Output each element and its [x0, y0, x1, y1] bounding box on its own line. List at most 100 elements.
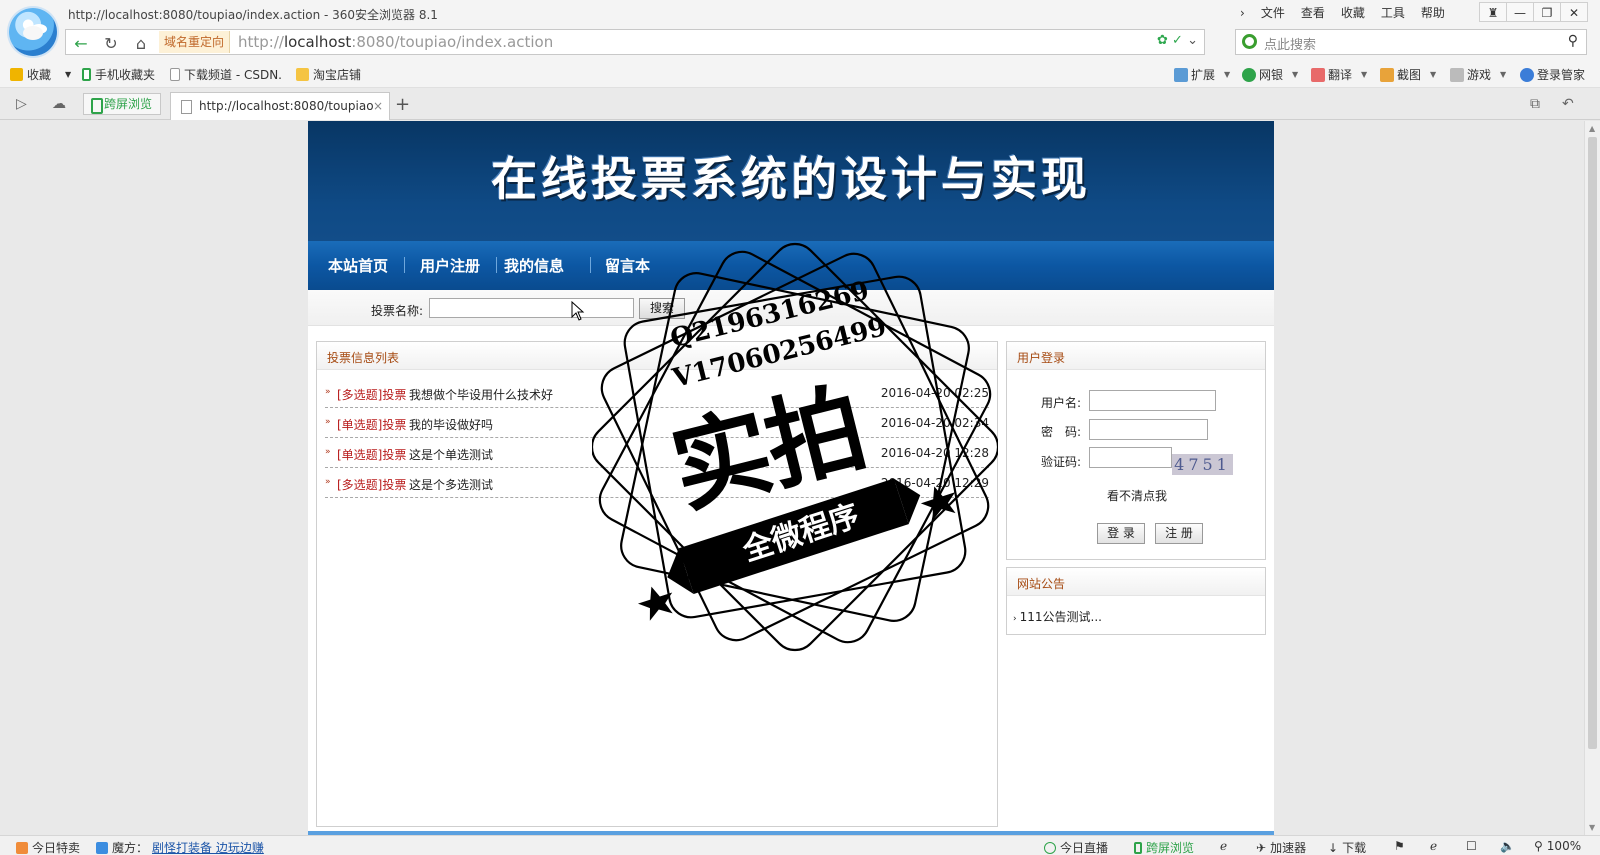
url-text[interactable]: http://localhost:8080/toupiao/index.acti…: [238, 32, 553, 52]
vote-type[interactable]: [单选题]投票: [337, 446, 406, 463]
vote-name[interactable]: 这是个单选测试: [409, 446, 493, 463]
phone-icon: [82, 68, 91, 81]
vote-search-button[interactable]: 搜索: [639, 298, 685, 319]
status-daily-deals[interactable]: 今日特卖: [16, 839, 80, 855]
captcha-input[interactable]: [1089, 447, 1172, 468]
ext-screenshot[interactable]: 截图 ▼: [1380, 66, 1436, 83]
back-icon[interactable]: ←: [70, 34, 92, 54]
status-accelerator[interactable]: ✈ 加速器: [1256, 839, 1306, 855]
list-item[interactable]: » [多选题]投票 这是个多选测试 2016-04-20 12:29: [325, 468, 989, 498]
notice-title: 网站公告: [1017, 577, 1066, 591]
nav-home[interactable]: 本站首页: [328, 255, 388, 276]
status-mofang[interactable]: 魔方： 剧怪打装备 边玩边赚: [96, 839, 264, 855]
register-button[interactable]: 注 册: [1155, 523, 1203, 544]
username-label: 用户名:: [1041, 396, 1082, 410]
refresh-icon[interactable]: ↻: [100, 34, 122, 54]
status-ie-icon[interactable]: ℯ: [1220, 839, 1227, 853]
bullet-icon: »: [325, 387, 331, 397]
undo-close-icon[interactable]: ↶: [1562, 96, 1574, 112]
captcha-refresh-link[interactable]: 看不清点我: [1107, 487, 1167, 504]
page-scrollbar[interactable]: ▲ ▼: [1584, 121, 1600, 835]
ext-translate[interactable]: 翻译 ▼: [1311, 66, 1367, 83]
list-item[interactable]: » [单选题]投票 这是个单选测试 2016-04-20 12:28: [325, 438, 989, 468]
status-sound-icon[interactable]: 🔈: [1500, 839, 1515, 853]
password-label: 密 码:: [1041, 425, 1082, 439]
status-zoom[interactable]: ⚲ 100%: [1534, 839, 1581, 853]
status-split-screen[interactable]: 跨屏浏览: [1134, 839, 1194, 855]
scroll-down-icon[interactable]: ▼: [1589, 823, 1595, 832]
password-input[interactable]: [1089, 419, 1208, 440]
status-ie2-icon[interactable]: ℯ: [1430, 839, 1437, 853]
menu-file[interactable]: 文件: [1253, 4, 1293, 22]
redirect-badge[interactable]: 域名重定向: [159, 31, 231, 53]
banner-title: 在线投票系统的设计与实现: [491, 152, 1091, 206]
notice-panel: 网站公告 › 111公告测试...: [1006, 567, 1266, 635]
download-icon: ↓: [1328, 840, 1339, 855]
menu-help[interactable]: 帮助: [1413, 4, 1453, 22]
skin-icon[interactable]: ♜: [1479, 2, 1507, 22]
split-screen-tab[interactable]: 跨屏浏览: [83, 93, 161, 115]
bookmark-csdn[interactable]: 下载频道 - CSDN.: [170, 66, 282, 83]
vote-search: 投票名称: 搜索: [308, 290, 1274, 326]
vote-type[interactable]: [多选题]投票: [337, 476, 406, 493]
scroll-up-icon[interactable]: ▲: [1589, 124, 1595, 133]
address-box[interactable]: ← ↻ ⌂ 域名重定向 http://localhost:8080/toupia…: [65, 29, 1205, 55]
tab-current-page[interactable]: http://localhost:8080/toupiao ×: [170, 92, 390, 120]
scrollbar-thumb[interactable]: [1588, 137, 1597, 749]
list-item[interactable]: » [多选题]投票 我想做个毕设用什么技术好 2016-04-20 02:25: [325, 378, 989, 408]
ext-login-manager[interactable]: 登录管家: [1520, 66, 1585, 83]
browser-logo-icon[interactable]: [9, 8, 57, 56]
login-button[interactable]: 登 录: [1097, 523, 1145, 544]
close-button[interactable]: ✕: [1560, 2, 1588, 22]
vote-date: 2016-04-20 02:25: [880, 386, 989, 400]
scissors-icon: [1380, 67, 1394, 82]
new-tab-icon[interactable]: +: [395, 94, 410, 115]
vote-search-input[interactable]: [429, 298, 634, 318]
nav-register[interactable]: 用户注册: [420, 255, 480, 276]
search-icon[interactable]: ⚲: [1568, 33, 1578, 49]
ext-bank[interactable]: 网银 ▼: [1242, 66, 1298, 83]
close-tab-icon[interactable]: ×: [373, 93, 383, 119]
menu-view[interactable]: 查看: [1293, 4, 1333, 22]
minimize-button[interactable]: —: [1506, 2, 1534, 22]
status-download[interactable]: ↓ 下载: [1328, 839, 1366, 855]
ext-games[interactable]: 游戏 ▼: [1450, 66, 1506, 83]
list-item[interactable]: » [单选题]投票 我的毕设做好吗 2016-04-20 02:34: [325, 408, 989, 438]
search-box[interactable]: 点此搜索 ⚲: [1235, 29, 1587, 55]
security-icon[interactable]: ✿ ✓ ⌄: [1157, 33, 1198, 48]
vote-name[interactable]: 我的毕设做好吗: [409, 416, 493, 433]
notice-item[interactable]: › 111公告测试...: [1013, 608, 1102, 625]
nav-my-info[interactable]: 我的信息: [504, 255, 564, 276]
maximize-button[interactable]: ❐: [1533, 2, 1561, 22]
sidebar-toggle-icon[interactable]: ▷: [16, 96, 27, 112]
ext-extensions[interactable]: 扩展 ▼: [1174, 66, 1230, 83]
menu-tools[interactable]: 工具: [1373, 4, 1413, 22]
status-ad-link[interactable]: 剧怪打装备 边玩边赚: [152, 839, 264, 855]
bookmark-mobile[interactable]: 手机收藏夹: [82, 66, 155, 83]
window-controls: ♜ — ❐ ✕: [1479, 2, 1588, 22]
search-engine-icon[interactable]: [1242, 34, 1257, 49]
status-live[interactable]: 今日直播: [1044, 839, 1108, 855]
username-input[interactable]: [1089, 390, 1216, 411]
restore-tabs-icon[interactable]: ⧉: [1530, 96, 1540, 112]
status-bar: 今日特卖 魔方： 剧怪打装备 边玩边赚 今日直播 跨屏浏览 ℯ ✈ 加速器 ↓ 下载 …: [0, 835, 1600, 855]
home-icon[interactable]: ⌂: [130, 34, 152, 54]
nav-separator: [590, 257, 591, 273]
captcha-image[interactable]: 4751: [1172, 454, 1233, 475]
vote-date: 2016-04-20 12:28: [880, 446, 989, 460]
bookmark-taobao[interactable]: 淘宝店铺: [296, 66, 361, 83]
tab-bar: ▷ ☁ 跨屏浏览 http://localhost:8080/toupiao ×…: [0, 88, 1600, 120]
nav-guestbook[interactable]: 留言本: [605, 255, 650, 276]
vote-name[interactable]: 我想做个毕设用什么技术好: [409, 386, 553, 403]
status-window-icon[interactable]: ☐: [1466, 839, 1477, 853]
vote-type[interactable]: [单选题]投票: [337, 416, 406, 433]
status-flag-icon[interactable]: ⚑: [1394, 839, 1405, 853]
site-banner: 在线投票系统的设计与实现: [308, 121, 1274, 241]
menu-expand-icon[interactable]: ›: [1232, 4, 1253, 22]
menu-favorites[interactable]: 收藏: [1333, 4, 1373, 22]
bookmark-favorites[interactable]: 收藏 ▼: [10, 66, 71, 83]
vote-name[interactable]: 这是个多选测试: [409, 476, 493, 493]
cloud-icon[interactable]: ☁: [52, 96, 66, 112]
vote-type[interactable]: [多选题]投票: [337, 386, 406, 403]
rocket-icon: ✈: [1256, 840, 1267, 855]
